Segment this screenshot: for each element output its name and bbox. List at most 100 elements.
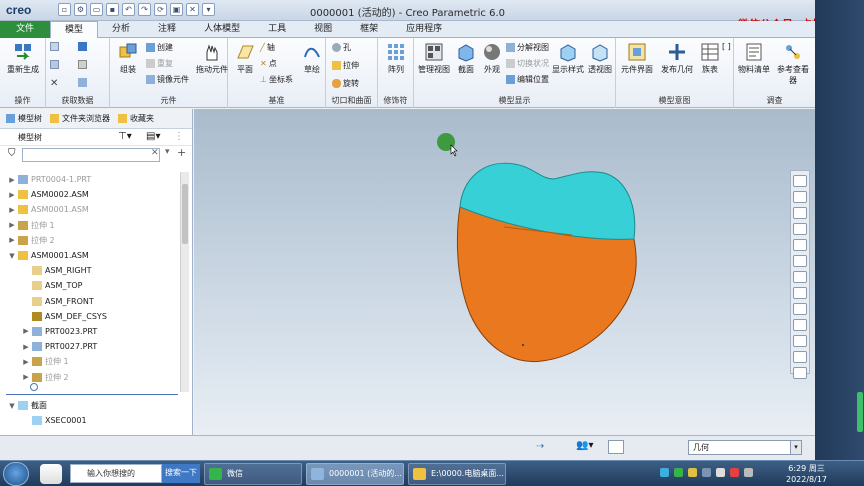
collapse-arrow-icon[interactable]: ▼: [8, 402, 16, 410]
tree-node[interactable]: ▶ 拉伸 2: [0, 369, 180, 384]
tree-node[interactable]: ▶ PRT0027.PRT: [0, 339, 180, 354]
tree-node[interactable]: ▶ PRT0023.PRT: [0, 324, 180, 339]
tree-node[interactable]: ASM_RIGHT: [0, 263, 180, 278]
perspective-view-icon[interactable]: [793, 287, 807, 299]
tray-app-icon[interactable]: [688, 468, 697, 477]
tab-manikin[interactable]: 人体模型: [190, 21, 254, 38]
expand-arrow-icon[interactable]: ▶: [8, 176, 16, 184]
chevron-down-icon[interactable]: ▾: [790, 441, 801, 454]
tray-qq-icon[interactable]: [660, 468, 669, 477]
tree-node[interactable]: ▶ 拉伸 2: [0, 233, 180, 248]
tree-display-icon[interactable]: [793, 367, 807, 379]
expand-arrow-icon[interactable]: ▶: [22, 373, 30, 381]
shrinkwrap-button[interactable]: [78, 60, 87, 69]
tree-node[interactable]: ▶ PRT0004-1.PRT: [0, 172, 180, 187]
tab-annotate[interactable]: 注释: [144, 21, 190, 38]
taskbar-search-input[interactable]: 输入你想搜的: [70, 464, 162, 483]
repeat-button[interactable]: 重复: [146, 58, 173, 69]
publish-geometry-button[interactable]: 发布几何: [658, 42, 696, 75]
tree-node[interactable]: ASM_DEF_CSYS: [0, 309, 180, 324]
select-box-icon[interactable]: [608, 440, 624, 454]
tab-tools[interactable]: 工具: [254, 21, 300, 38]
expand-arrow-icon[interactable]: ▶: [8, 236, 16, 244]
graphics-viewport[interactable]: [194, 109, 815, 435]
model-graphics[interactable]: [194, 109, 815, 435]
tree-columns-icon[interactable]: ⋮: [174, 131, 184, 142]
expand-arrow-icon[interactable]: ▶: [8, 191, 16, 199]
tab-view[interactable]: 视图: [300, 21, 346, 38]
manage-views-button[interactable]: 管理视图: [416, 42, 452, 75]
tab-analysis[interactable]: 分析: [98, 21, 144, 38]
delete-button[interactable]: ✕: [50, 78, 58, 89]
create-button[interactable]: 创建: [146, 42, 173, 53]
find-icon[interactable]: 👥▾: [576, 440, 593, 451]
explode-view-button[interactable]: 分解视图: [506, 42, 549, 53]
pattern-button[interactable]: 阵列: [382, 42, 410, 75]
tab-model[interactable]: 模型: [50, 21, 99, 38]
tab-favorites[interactable]: 收藏夹: [118, 113, 154, 124]
component-interface-button[interactable]: 元件界面: [618, 42, 656, 75]
taskbar-search-button[interactable]: 搜索一下: [162, 464, 200, 483]
search-options-icon[interactable]: ▾: [165, 147, 170, 157]
tree-scrollbar-thumb[interactable]: [182, 184, 188, 244]
start-button[interactable]: [3, 462, 29, 486]
tray-network-icon[interactable]: [702, 468, 711, 477]
collapse-arrow-icon[interactable]: ▼: [8, 252, 16, 260]
tab-folder-browser[interactable]: 文件夹浏览器: [50, 113, 110, 124]
extrude-button[interactable]: 拉伸: [332, 60, 359, 71]
bom-button[interactable]: 物料清单: [736, 42, 772, 75]
view-manager-icon[interactable]: [793, 271, 807, 283]
tab-applications[interactable]: 应用程序: [392, 21, 456, 38]
tray-volume-icon[interactable]: [716, 468, 725, 477]
tree-scrollbar[interactable]: [180, 172, 189, 392]
tab-file[interactable]: 文件: [0, 21, 51, 38]
zoom-out-icon[interactable]: [793, 207, 807, 219]
tray-alert-icon[interactable]: [730, 468, 739, 477]
display-style-button[interactable]: 显示样式: [552, 42, 584, 75]
point-button[interactable]: ✕ 点: [260, 58, 277, 69]
toggle-state-button[interactable]: 切换状况: [506, 58, 549, 69]
tree-node[interactable]: ▶ ASM0002.ASM: [0, 187, 180, 202]
tree-node[interactable]: ▶ 拉伸 1: [0, 354, 180, 369]
add-filter-icon[interactable]: +: [177, 146, 186, 159]
tree-node[interactable]: XSEC0001: [0, 413, 180, 428]
selection-filter-icon[interactable]: ⇢: [536, 441, 544, 452]
section-button[interactable]: 截面: [454, 42, 478, 75]
tree-node[interactable]: ▼ 截面: [0, 398, 180, 413]
edit-position-button[interactable]: 编辑位置: [506, 74, 549, 85]
expand-arrow-icon[interactable]: ▶: [22, 358, 30, 366]
tree-node[interactable]: ▶ ASM0001.ASM: [0, 202, 180, 217]
tree-node[interactable]: ▶ 拉伸 1: [0, 218, 180, 233]
tab-model-tree[interactable]: 模型树: [6, 113, 42, 124]
taskbar-item-wechat[interactable]: 微信: [204, 463, 302, 485]
sketch-button[interactable]: 草绘: [300, 42, 324, 75]
saved-orientations-icon[interactable]: [793, 255, 807, 267]
selection-filter-select[interactable]: 几何 ▾: [688, 440, 802, 455]
taskbar-clock[interactable]: 6:29 周三 2022/8/17: [786, 463, 827, 485]
merge-button[interactable]: [78, 78, 87, 87]
repaint-icon[interactable]: [793, 223, 807, 235]
family-table-button[interactable]: 族表: [698, 42, 722, 75]
browser-taskbar-icon[interactable]: [40, 464, 62, 484]
data-import-button[interactable]: [78, 42, 87, 51]
appearance-button[interactable]: 外观: [480, 42, 504, 75]
paste-button[interactable]: [50, 60, 59, 69]
plane-button[interactable]: 平面: [232, 42, 258, 75]
expand-arrow-icon[interactable]: ▶: [22, 343, 30, 351]
csys-button[interactable]: ⊥ 坐标系: [260, 74, 293, 85]
expand-arrow-icon[interactable]: ▶: [8, 221, 16, 229]
filter-icon[interactable]: ⛉: [8, 148, 16, 159]
clear-search-icon[interactable]: ✕: [151, 148, 159, 158]
refit-icon[interactable]: [793, 175, 807, 187]
tray-flag-icon[interactable]: [744, 468, 753, 477]
regenerate-button[interactable]: 重新生成: [4, 42, 42, 75]
section-display-icon[interactable]: [793, 351, 807, 363]
tree-node[interactable]: ASM_FRONT: [0, 294, 180, 309]
perspective-button[interactable]: 透视图: [586, 42, 614, 75]
expand-arrow-icon[interactable]: ▶: [22, 327, 30, 335]
tree-node[interactable]: ▼ ASM0001.ASM: [0, 248, 180, 263]
hole-button[interactable]: 孔: [332, 42, 351, 53]
tree-search-input[interactable]: [22, 148, 160, 162]
copy-button[interactable]: [50, 42, 59, 51]
tab-framework[interactable]: 框架: [346, 21, 392, 38]
